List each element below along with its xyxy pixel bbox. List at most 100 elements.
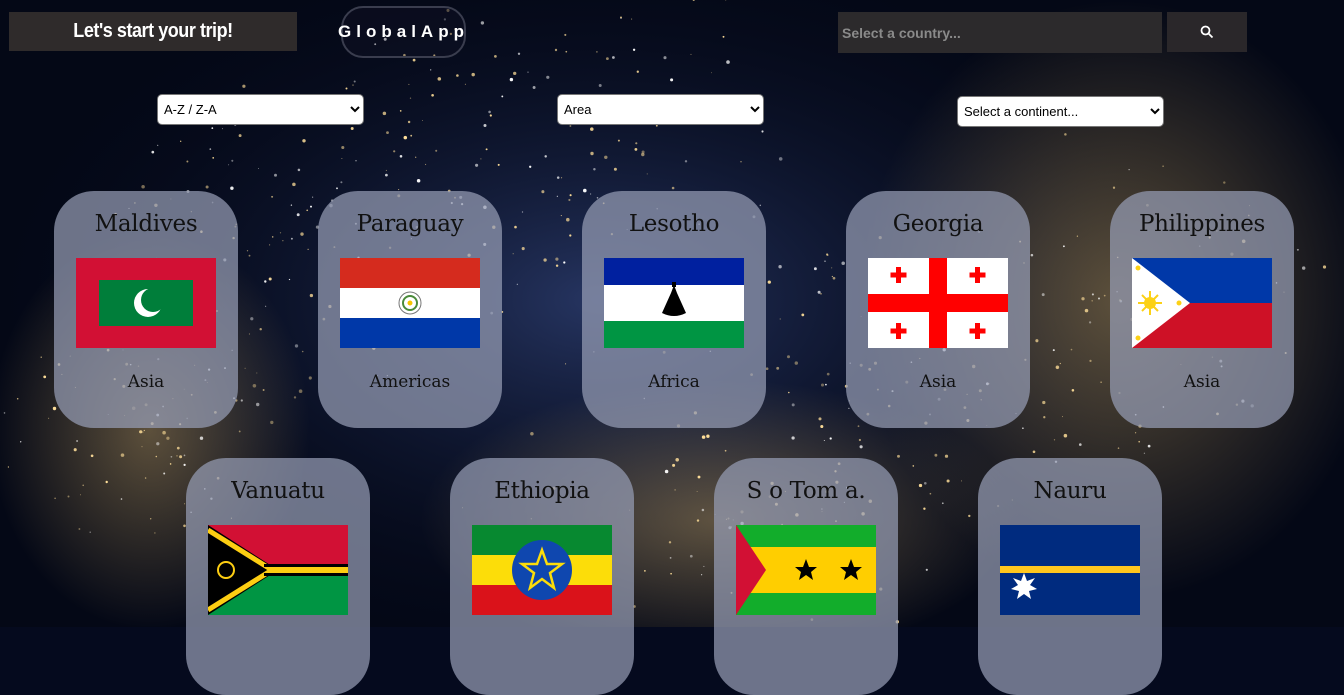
city-light [155,455,158,458]
continent-select[interactable]: Select a continent... [957,96,1164,127]
sort-select[interactable]: A-Z / Z-A [157,94,364,125]
city-light [646,173,648,175]
country-continent: Americas [369,372,451,392]
city-light [483,123,487,128]
city-light [1138,440,1141,443]
city-light [563,261,566,264]
country-continent: Asia [127,372,165,392]
city-light [290,237,293,240]
city-light [509,77,514,82]
city-light [464,83,466,85]
city-light [634,147,638,151]
city-light [3,412,6,414]
city-light [596,51,598,53]
city-light [641,152,645,157]
city-light [831,267,833,269]
city-light [1070,348,1073,351]
country-name: Georgia [892,211,984,237]
city-light [157,144,159,147]
city-light [779,318,781,320]
city-light [848,407,850,410]
city-light [199,436,204,440]
city-light [231,159,234,162]
city-light [701,435,706,439]
country-card-georgia[interactable]: Georgia Asia [846,191,1030,428]
country-name: S o Tom a. [746,478,866,504]
city-light [431,93,434,97]
city-light [857,425,860,428]
city-light [560,215,562,217]
country-card-paraguay[interactable]: Paraguay Americas [318,191,502,428]
city-light [820,293,822,295]
city-light [817,290,821,294]
city-light [669,557,672,559]
city-light [67,495,70,498]
city-light [256,372,258,374]
country-continent: Asia [1183,372,1221,392]
country-name: Nauru [1033,478,1107,504]
city-light [1117,447,1120,449]
city-light [569,234,572,237]
city-light [16,397,19,400]
city-light [73,448,77,452]
city-light [1162,165,1164,167]
country-card-nauru[interactable]: Nauru [978,458,1162,695]
city-light [353,80,356,83]
country-card-ethiopia[interactable]: Ethiopia [450,458,634,695]
city-light [671,186,675,190]
country-card-lesotho[interactable]: Lesotho Africa [582,191,766,428]
brand-logo[interactable]: GlobalApp [338,6,466,58]
city-light [644,570,646,572]
city-light [1062,416,1063,418]
city-light [701,508,705,512]
country-search-input[interactable] [838,12,1162,53]
city-light [923,481,927,485]
city-light [422,120,423,121]
city-light [141,446,143,448]
city-light [663,56,667,60]
city-light [211,127,214,129]
country-name: Ethiopia [494,478,590,504]
country-continent: Africa [648,372,700,392]
city-light [407,120,411,124]
city-light [696,519,700,522]
city-light [1042,400,1046,405]
city-light [139,430,143,434]
city-light [514,225,517,229]
city-light [294,344,299,348]
city-light [1088,321,1092,324]
search-button[interactable] [1167,12,1247,52]
city-light [501,95,504,98]
country-card-vanuatu[interactable]: Vanuatu [186,458,370,695]
country-card-maldives[interactable]: Maldives Asia [54,191,238,428]
city-light [569,194,572,197]
city-light [154,532,156,534]
city-light [1112,186,1116,189]
paraguay-flag [340,258,480,348]
city-light [1063,245,1065,248]
city-light [7,466,10,468]
city-light [258,168,260,169]
city-light [76,440,79,442]
city-light [565,50,568,53]
city-light [759,204,762,207]
country-card-philippines[interactable]: Philippines Asia [1110,191,1294,428]
city-light [912,465,915,467]
city-light [52,406,57,411]
city-light [670,78,674,82]
city-light [290,204,293,206]
city-light [43,375,47,379]
city-light [228,164,230,166]
measure-select[interactable]: Area [557,94,764,125]
city-light [612,56,615,59]
city-light [179,455,183,459]
city-light [1071,389,1075,392]
city-light [170,455,173,458]
city-light [1103,294,1106,297]
city-light [1322,265,1327,269]
city-light [79,494,82,496]
country-card-sao-tome[interactable]: S o Tom a. [714,458,898,695]
city-light [78,528,81,530]
city-light [176,455,178,457]
city-light [471,72,475,77]
